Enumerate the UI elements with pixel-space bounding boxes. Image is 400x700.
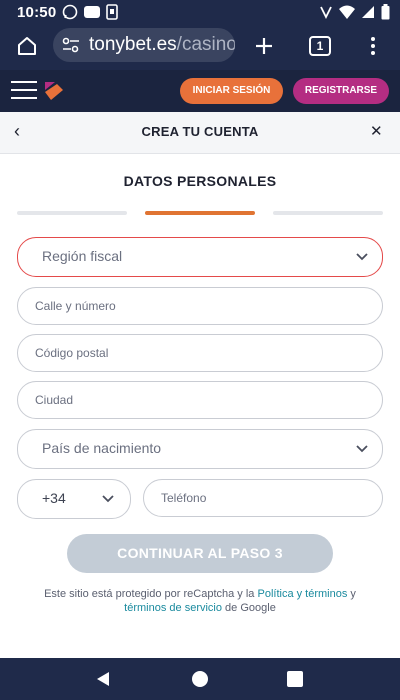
continue-button[interactable]: CONTINUAR AL PASO 3	[67, 534, 333, 573]
status-time: 10:50	[17, 4, 57, 21]
street-input[interactable]: Calle y número	[17, 287, 383, 325]
terms-link[interactable]: términos de servicio	[124, 602, 222, 614]
back-nav-icon[interactable]	[94, 670, 112, 688]
home-nav-icon[interactable]	[191, 670, 209, 688]
recents-nav-icon[interactable]	[287, 671, 303, 687]
chevron-down-icon	[102, 495, 114, 503]
app-icon	[84, 6, 100, 18]
postal-code-input[interactable]: Código postal	[17, 334, 383, 372]
city-input[interactable]: Ciudad	[17, 381, 383, 419]
tonybet-logo-icon[interactable]	[43, 80, 65, 102]
hamburger-menu-icon[interactable]	[11, 80, 37, 100]
battery-icon	[381, 4, 390, 20]
close-icon[interactable]: ✕	[370, 122, 383, 140]
more-menu-icon[interactable]	[364, 35, 382, 57]
section-title: DATOS PERSONALES	[123, 173, 277, 189]
register-button[interactable]: REGISTRARSE	[293, 78, 389, 104]
sim-icon	[106, 4, 118, 20]
login-button[interactable]: INICIAR SESIÓN	[180, 78, 283, 104]
region-select[interactable]: Región fiscal	[17, 237, 383, 277]
tab-switcher-button[interactable]: 1	[309, 36, 331, 56]
status-bar: 10:50	[0, 0, 400, 26]
progress-step-1	[17, 211, 127, 215]
signal-icon	[362, 6, 374, 18]
recaptcha-notice: Este sitio está protegido por reCaptcha …	[44, 588, 356, 614]
policy-link[interactable]: Política y términos	[257, 588, 347, 600]
new-tab-icon[interactable]	[253, 35, 275, 57]
birth-country-select[interactable]: País de nacimiento	[17, 429, 383, 469]
phone-input[interactable]: Teléfono	[143, 479, 383, 517]
address-bar[interactable]: tonybet.es/casino	[53, 28, 235, 62]
chevron-down-icon	[356, 253, 368, 261]
phone-prefix-select[interactable]: +34	[17, 479, 131, 519]
chevron-down-icon	[356, 445, 368, 453]
progress-step-2	[145, 211, 255, 215]
url-text: tonybet.es/casino	[89, 34, 235, 55]
home-icon[interactable]	[16, 35, 38, 57]
progress-step-3	[273, 211, 383, 215]
cast-icon	[320, 6, 332, 19]
modal-title: CREA TU CUENTA	[141, 124, 259, 139]
wifi-icon	[339, 5, 355, 19]
site-settings-icon[interactable]	[61, 37, 81, 53]
whatsapp-icon	[62, 4, 78, 20]
